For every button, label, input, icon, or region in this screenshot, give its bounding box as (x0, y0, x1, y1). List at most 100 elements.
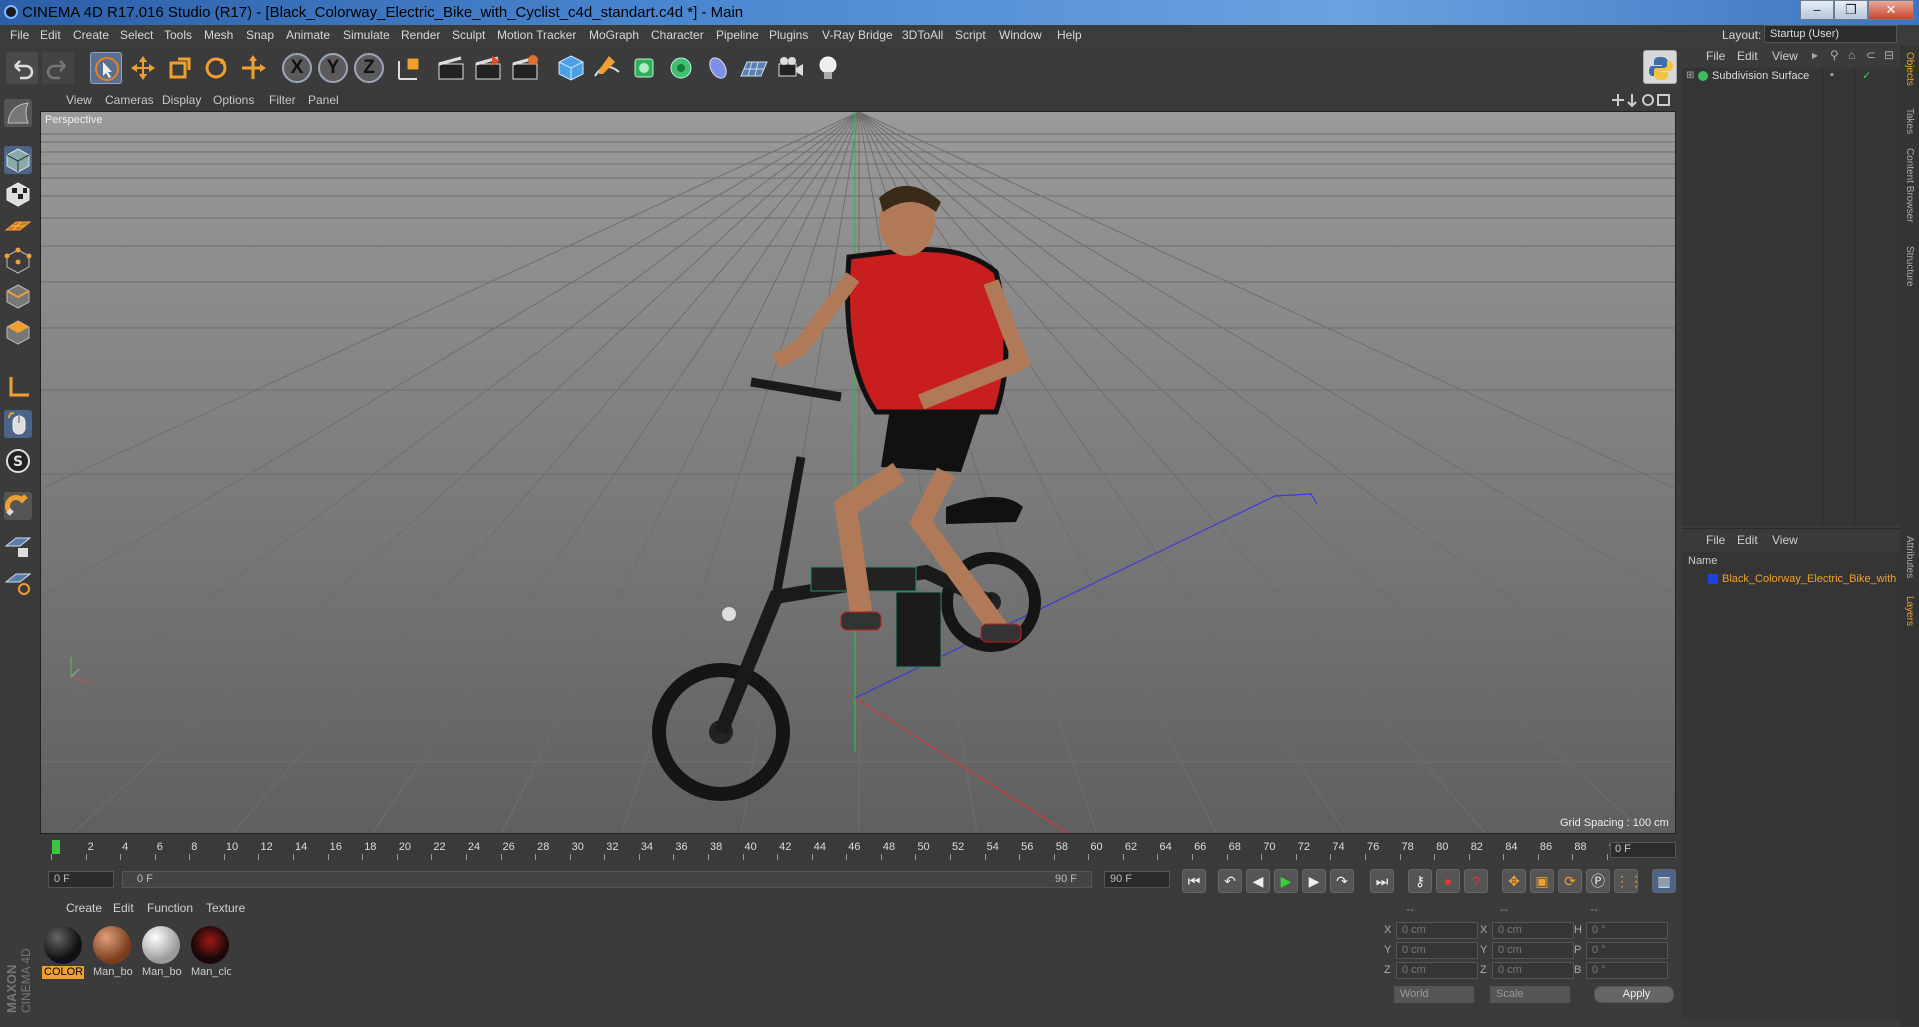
layer-menu-edit[interactable]: Edit (1737, 533, 1758, 547)
coordinate-system-button[interactable] (393, 52, 425, 84)
viewport-menu-display[interactable]: Display (162, 93, 201, 107)
layout-select[interactable]: Startup (User) (1764, 25, 1897, 43)
coord-value-field[interactable]: 0 ° (1586, 962, 1668, 979)
key-position-button[interactable]: ✥ (1502, 869, 1526, 893)
record-active-objects-button[interactable]: ⚷ (1408, 869, 1432, 893)
polygons-mode-button[interactable] (4, 318, 32, 346)
menu-character[interactable]: Character (651, 28, 704, 42)
key-parameter-button[interactable]: Ⓟ (1586, 869, 1610, 893)
home-icon[interactable]: ⌂ (1848, 48, 1855, 62)
material-swatch[interactable]: Man_clo (189, 924, 231, 979)
move-button[interactable] (127, 52, 159, 84)
expand-icon[interactable]: ⊞ (1686, 70, 1694, 81)
go-to-start-button[interactable]: ⏮ (1182, 869, 1206, 893)
menu-pipeline[interactable]: Pipeline (716, 28, 759, 42)
menu-tools[interactable]: Tools (164, 28, 192, 42)
autokeying-button[interactable]: ● (1436, 869, 1460, 893)
texture-mode-button[interactable] (4, 180, 32, 208)
z-axis-lock-button[interactable]: Z (354, 53, 384, 83)
next-frame-button[interactable]: ▶ (1302, 869, 1326, 893)
redo-button[interactable] (42, 52, 74, 84)
material-menu-texture[interactable]: Texture (206, 901, 245, 915)
minimize-button[interactable]: – (1800, 0, 1834, 20)
playhead-marker[interactable] (52, 840, 60, 854)
tab-attributes[interactable]: Attributes (1904, 536, 1915, 578)
viewport-menu-view[interactable]: View (66, 93, 92, 107)
more-arrow-icon[interactable]: ▸ (1812, 48, 1818, 62)
material-menu-create[interactable]: Create (66, 901, 102, 915)
viewport-menu-cameras[interactable]: Cameras (105, 93, 154, 107)
3d-viewport[interactable] (40, 111, 1676, 834)
object-menu-file[interactable]: File (1706, 49, 1725, 63)
scale-button[interactable] (164, 52, 196, 84)
current-frame-field[interactable]: 0 F (1610, 842, 1676, 858)
layer-row[interactable]: Black_Colorway_Electric_Bike_with (1682, 571, 1900, 589)
y-axis-lock-button[interactable]: Y (318, 53, 348, 83)
snap-button[interactable] (4, 492, 32, 520)
planar-workplane-button[interactable] (4, 568, 32, 596)
viewport-nav-icons[interactable] (1610, 92, 1672, 108)
start-frame-field[interactable]: 0 F (48, 871, 114, 888)
add-subdivision-button[interactable] (628, 52, 660, 84)
live-selection-button[interactable] (90, 52, 122, 84)
add-light-button[interactable] (812, 52, 844, 84)
menu-file[interactable]: File (10, 28, 29, 42)
object-menu-view[interactable]: View (1772, 49, 1798, 63)
workplane-mode-button[interactable] (4, 212, 32, 240)
next-key-button[interactable]: ↷ (1330, 869, 1354, 893)
layer-tag-icon[interactable]: ▪ (1830, 69, 1834, 81)
add-deformer-button[interactable] (702, 52, 734, 84)
apply-button[interactable]: Apply (1594, 986, 1674, 1003)
enabled-check-icon[interactable]: ✓ (1862, 69, 1871, 82)
viewport-menu-filter[interactable]: Filter (269, 93, 296, 107)
layer-menu-file[interactable]: File (1706, 533, 1725, 547)
add-floor-button[interactable] (738, 52, 770, 84)
play-button[interactable]: ▶ (1274, 869, 1298, 893)
axis-mode-button[interactable] (4, 373, 32, 401)
make-editable-button[interactable] (4, 99, 32, 127)
coord-value-field[interactable]: 0 cm (1492, 942, 1574, 959)
menu-edit[interactable]: Edit (40, 28, 61, 42)
maximize-panel-icon[interactable]: ⊟ (1884, 48, 1894, 62)
tab-layers[interactable]: Layers (1904, 596, 1915, 626)
coord-value-field[interactable]: 0 cm (1396, 962, 1478, 979)
timeline-ruler[interactable]: 0246810121416182022242628303234363840424… (40, 838, 1676, 860)
coord-value-field[interactable]: 0 cm (1396, 942, 1478, 959)
timeline-window-button[interactable]: ▥ (1652, 869, 1676, 893)
material-menu-edit[interactable]: Edit (113, 901, 134, 915)
model-mode-button[interactable] (4, 146, 32, 174)
tab-content-browser[interactable]: Content Browser (1904, 148, 1915, 222)
menu-mograph[interactable]: MoGraph (589, 28, 639, 42)
tab-structure[interactable]: Structure (1904, 246, 1915, 287)
menu-animate[interactable]: Animate (286, 28, 330, 42)
render-picture-viewer-button[interactable] (472, 52, 504, 84)
add-cloner-button[interactable] (665, 52, 697, 84)
search-icon[interactable]: ⚲ (1830, 48, 1839, 62)
solo-button[interactable]: S (4, 447, 32, 475)
object-tree[interactable]: ⊞ Subdivision Surface ▪ ✓ (1682, 68, 1900, 526)
points-mode-button[interactable] (4, 247, 32, 275)
coord-value-field[interactable]: 0 cm (1396, 922, 1478, 939)
menu-motion-tracker[interactable]: Motion Tracker (497, 28, 576, 42)
python-button[interactable] (1643, 50, 1677, 84)
material-swatch[interactable]: COLORI (42, 924, 84, 979)
key-rotation-button[interactable]: ⟳ (1558, 869, 1582, 893)
menu-window[interactable]: Window (999, 28, 1042, 42)
close-button[interactable]: ✕ (1868, 0, 1914, 20)
rotate-button[interactable] (200, 52, 232, 84)
layer-list[interactable]: Name Black_Colorway_Electric_Bike_with (1682, 551, 1900, 1019)
undo-button[interactable] (6, 52, 38, 84)
link-icon[interactable]: ⊂ (1866, 48, 1876, 62)
tweak-mode-button[interactable] (4, 410, 32, 438)
menu-render[interactable]: Render (401, 28, 440, 42)
preview-range-slider[interactable]: 0 F 90 F (122, 871, 1092, 888)
layer-color-swatch[interactable] (1708, 574, 1718, 584)
key-scale-button[interactable]: ▣ (1530, 869, 1554, 893)
layer-menu-view[interactable]: View (1772, 533, 1798, 547)
go-to-end-button[interactable]: ⏭ (1370, 869, 1394, 893)
end-frame-field[interactable]: 90 F (1104, 871, 1170, 888)
material-swatch[interactable]: Man_bo (91, 924, 133, 979)
object-row[interactable]: ⊞ Subdivision Surface ▪ ✓ (1682, 68, 1900, 86)
menu-vray-bridge[interactable]: V-Ray Bridge (822, 28, 893, 42)
lock-workplane-button[interactable] (4, 532, 32, 560)
